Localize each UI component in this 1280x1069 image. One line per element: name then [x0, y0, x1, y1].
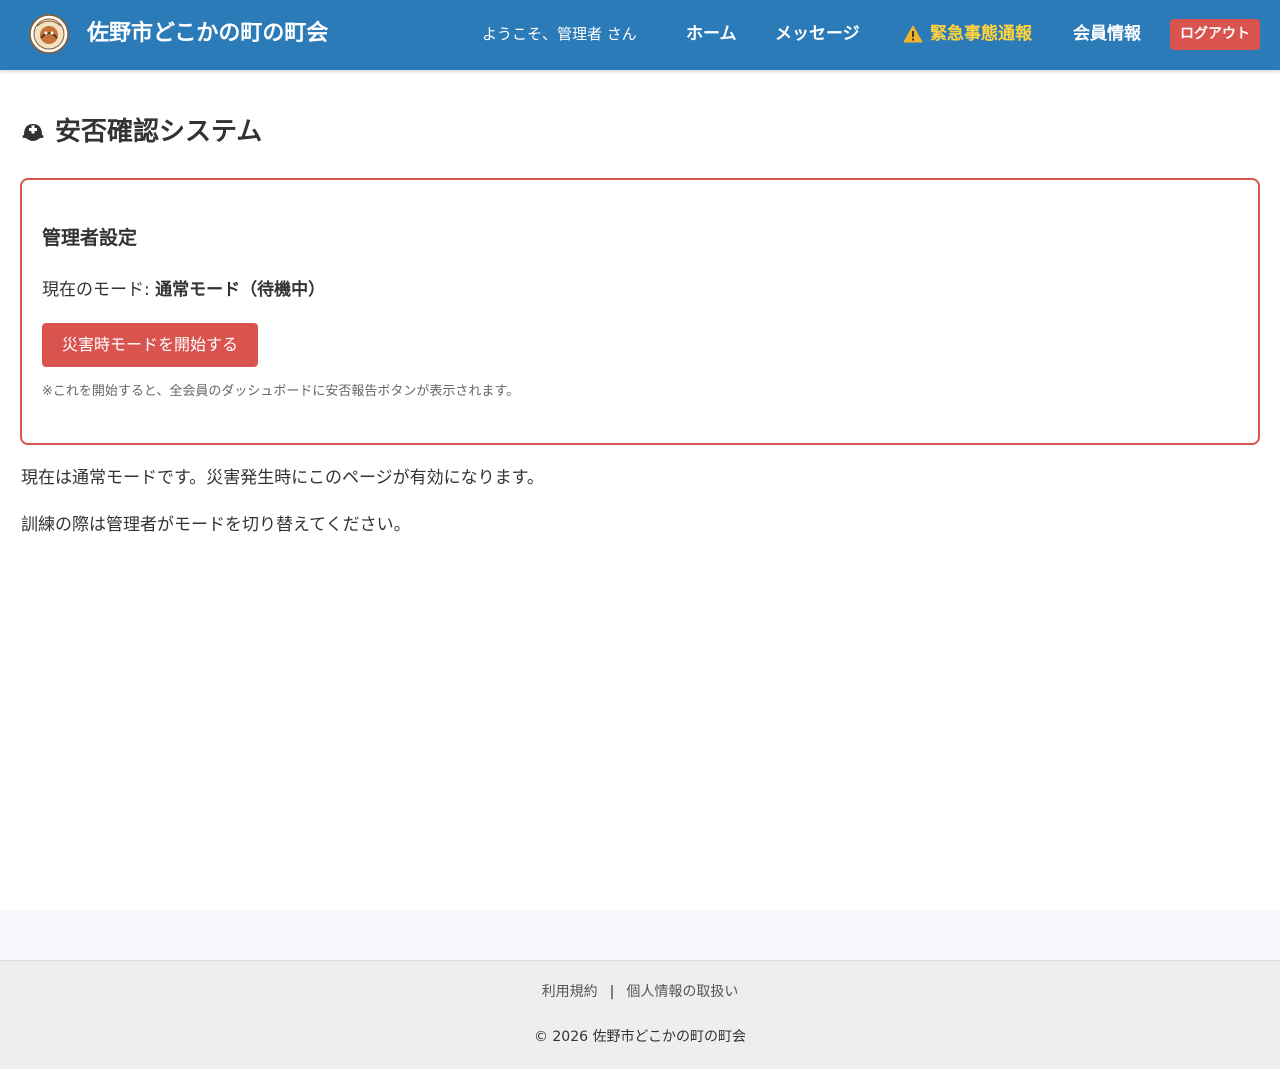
start-mode-note: ※これを開始すると、全会員のダッシュボードに安否報告ボタンが表示されます。 — [42, 384, 520, 399]
footer: 利用規約 | 個人情報の取扱い © 2026 佐野市どこかの町の町会 — [0, 960, 1280, 1069]
admin-settings-panel: 管理者設定 現在のモード: 通常モード（待機中） 災害時モードを開始する ※これ… — [20, 178, 1260, 445]
footer-links: 利用規約 | 個人情報の取扱い — [0, 982, 1280, 1002]
welcome-message: ようこそ、管理者 さん — [482, 25, 637, 43]
current-mode-value: 通常モード（待機中） — [155, 280, 326, 300]
privacy-link[interactable]: 個人情報の取扱い — [626, 984, 738, 1000]
nav-home[interactable]: ホーム — [686, 20, 737, 48]
start-disaster-mode-button[interactable]: 災害時モードを開始する — [42, 323, 258, 367]
nav-messages[interactable]: メッセージ — [775, 20, 860, 48]
page-title: 安否確認システム — [21, 114, 262, 150]
current-mode-label: 現在のモード: — [42, 280, 156, 300]
info-text-normal-mode: 現在は通常モードです。災害発生時にこのページが有効になります。 — [21, 468, 544, 488]
admin-settings-heading: 管理者設定 — [42, 227, 138, 249]
footer-separator: | — [609, 984, 615, 1000]
top-navbar: 佐野市どこかの町の町会 ようこそ、管理者 さん ホーム メッセージ 緊急事態通報… — [0, 0, 1280, 70]
nav-emergency[interactable]: 緊急事態通報 — [903, 20, 1032, 48]
helmet-icon — [22, 124, 44, 141]
logout-button[interactable]: ログアウト — [1170, 19, 1260, 50]
site-title[interactable]: 佐野市どこかの町の町会 — [87, 17, 328, 51]
nav-members[interactable]: 会員情報 — [1073, 20, 1141, 48]
current-mode: 現在のモード: 通常モード（待機中） — [42, 278, 325, 302]
page-title-text: 安否確認システム — [55, 117, 263, 147]
info-text-drill: 訓練の際は管理者がモードを切り替えてください。 — [21, 515, 411, 535]
footer-spacer — [0, 910, 1280, 960]
warning-icon — [903, 25, 923, 43]
town-emblem-icon[interactable] — [29, 14, 69, 54]
copyright: © 2026 佐野市どこかの町の町会 — [533, 1029, 747, 1045]
terms-link[interactable]: 利用規約 — [542, 984, 598, 1000]
nav-emergency-label: 緊急事態通報 — [930, 24, 1032, 44]
